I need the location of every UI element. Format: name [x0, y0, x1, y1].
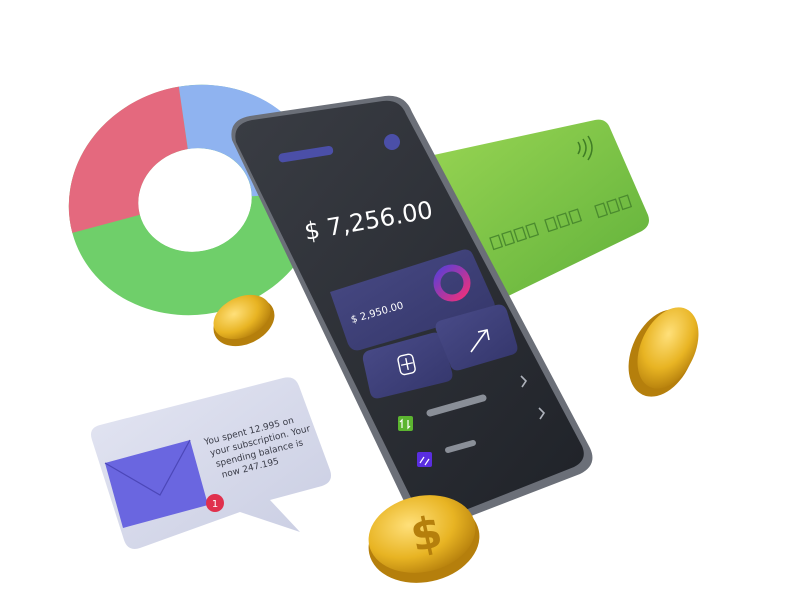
camera-icon: [384, 134, 400, 150]
coin-right: [628, 307, 699, 397]
exchange-icon: [417, 452, 432, 467]
transfer-icon: [398, 416, 413, 431]
badge-count: 1: [212, 499, 218, 510]
fintech-illustration: $ 7,256.00 $ 2,950.00 1 You spent 12.995…: [68, 84, 699, 583]
notification-bubble[interactable]: 1 You spent 12.995 on your subscription.…: [91, 377, 331, 549]
